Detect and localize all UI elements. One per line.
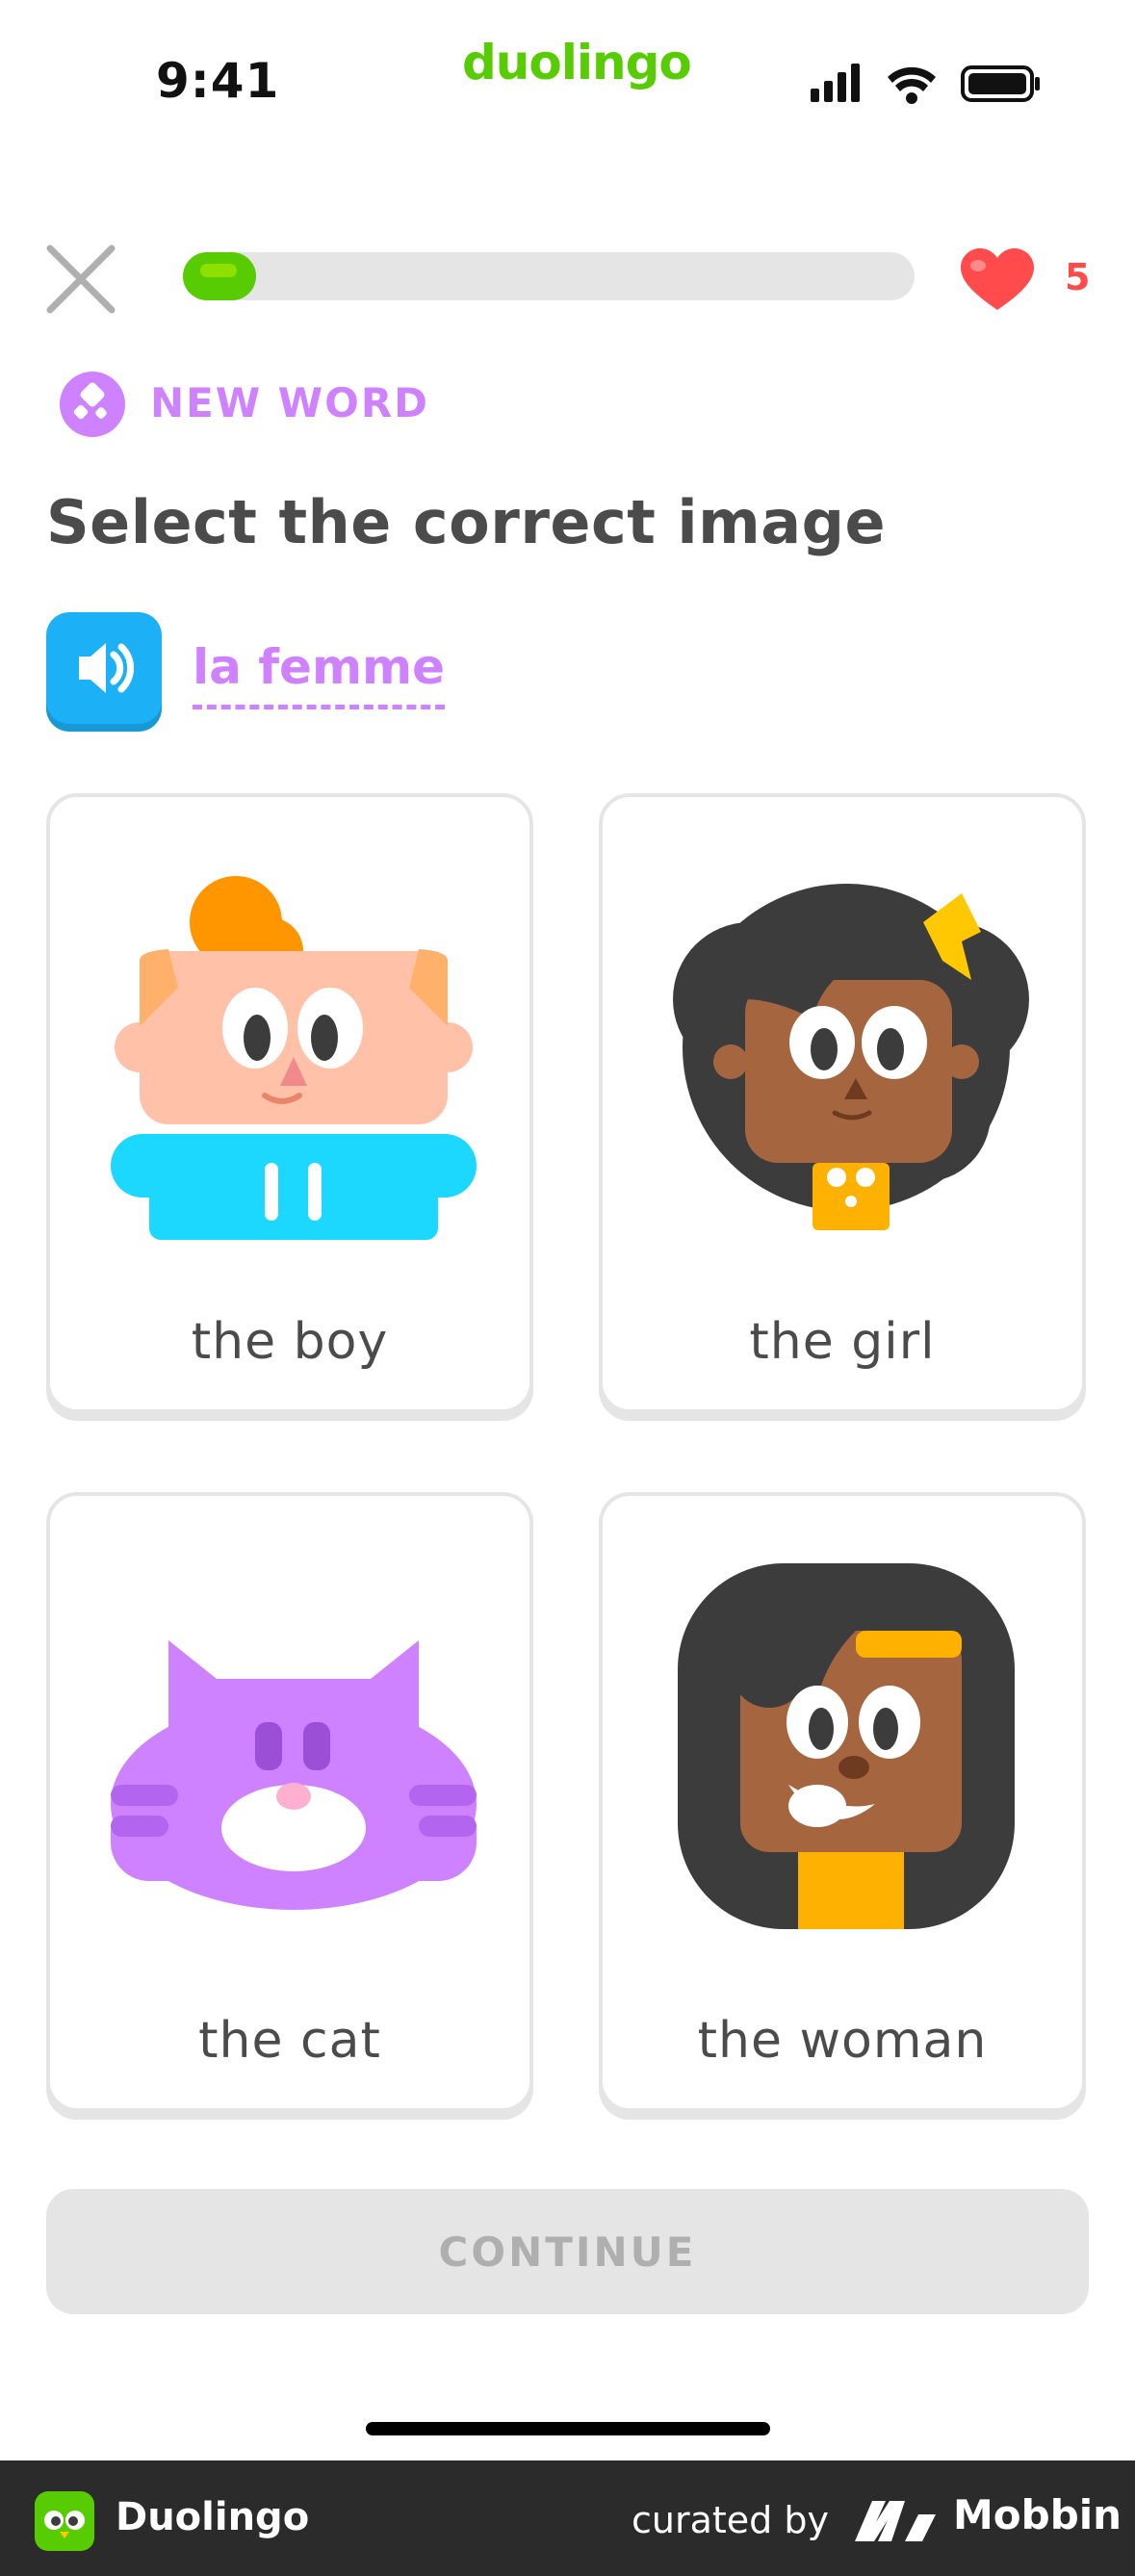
cat-avatar-icon <box>111 1640 477 1910</box>
heart-icon <box>961 248 1034 310</box>
girl-avatar-icon <box>673 884 1029 1230</box>
option-label: the boy <box>191 1313 389 1371</box>
lesson-progress-bar <box>183 252 915 300</box>
target-word[interactable]: la femme <box>193 639 446 709</box>
option-label: the cat <box>198 2012 381 2070</box>
progress-fill <box>183 252 256 300</box>
footer-curated-by: curated by <box>632 2499 829 2541</box>
continue-button[interactable]: CONTINUE <box>46 2189 1089 2314</box>
status-icons <box>811 64 1040 104</box>
audio-button[interactable] <box>46 612 162 724</box>
hearts-count: 5 <box>1065 256 1091 298</box>
signal-icon <box>811 64 860 102</box>
option-card-boy[interactable]: the boy <box>46 793 533 1413</box>
brand-wordmark: duolingo <box>462 35 692 90</box>
option-card-woman[interactable]: the woman <box>599 1492 1086 2112</box>
speaker-icon <box>79 643 135 693</box>
option-card-cat[interactable]: the cat <box>46 1492 533 2112</box>
option-label: the woman <box>697 2012 988 2070</box>
wifi-icon <box>888 66 936 104</box>
new-word-icon <box>60 372 125 437</box>
footer-mobbin: Mobbin <box>953 2491 1122 2538</box>
duolingo-logo-icon <box>35 2491 94 2551</box>
option-label: the girl <box>749 1313 936 1371</box>
new-word-label: NEW WORD <box>150 379 430 426</box>
option-card-girl[interactable]: the girl <box>599 793 1086 1413</box>
home-indicator <box>366 2422 770 2435</box>
progress-highlight <box>200 264 237 277</box>
footer-app-name: Duolingo <box>116 2495 310 2539</box>
battery-icon <box>961 65 1040 102</box>
boy-avatar-icon <box>111 876 477 1240</box>
status-time: 9:41 <box>156 53 280 109</box>
exercise-title: Select the correct image <box>46 487 887 557</box>
woman-avatar-icon <box>678 1563 1015 1929</box>
close-icon[interactable] <box>44 243 117 316</box>
mobbin-logo-icon <box>855 2501 936 2541</box>
